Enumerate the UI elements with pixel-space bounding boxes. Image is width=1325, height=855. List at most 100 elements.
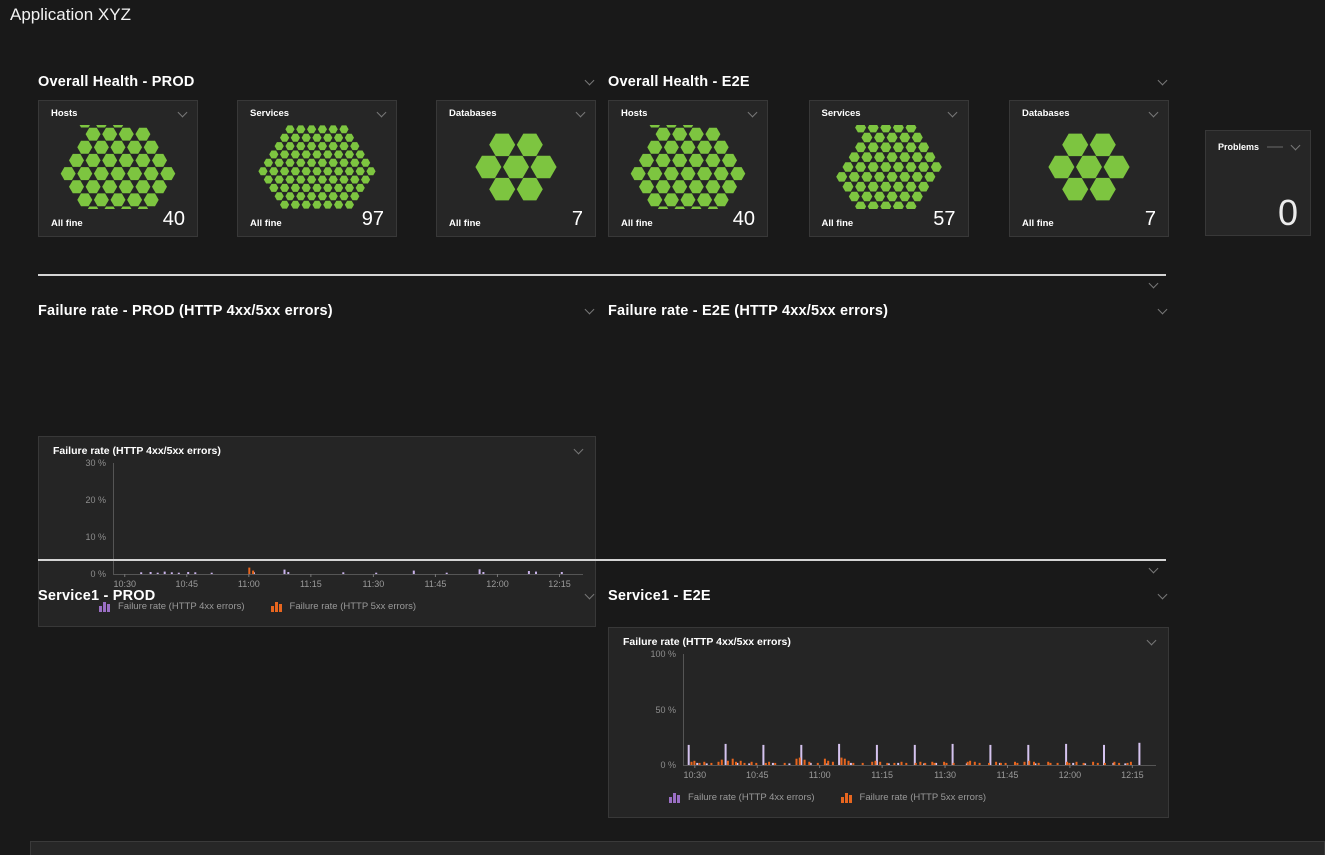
hexagon [94, 125, 109, 128]
hexagon [531, 156, 557, 179]
hexagon [144, 193, 159, 206]
health-tile-hosts-prod[interactable]: Hosts All fine40 [38, 100, 198, 237]
hexagon [350, 176, 359, 184]
hexagon [285, 159, 294, 167]
hexagon [861, 192, 872, 202]
hexagon [135, 154, 150, 167]
hexagon [867, 182, 878, 192]
bar-series-icon [669, 792, 683, 803]
hexagon [302, 167, 311, 175]
honeycomb-services-e2e[interactable] [816, 125, 962, 209]
chevron-down-icon[interactable] [1155, 76, 1169, 88]
chevron-down-icon[interactable] [745, 108, 759, 120]
section-title-failure-e2e: Failure rate - E2E (HTTP 4xx/5xx errors) [608, 303, 888, 319]
chevron-down-icon[interactable] [1144, 636, 1158, 648]
sparkline-placeholder [1267, 146, 1283, 148]
hexagon [874, 133, 885, 143]
hexagon [135, 128, 150, 141]
hexagon [119, 128, 134, 141]
hexagon [855, 202, 866, 209]
hexagon [656, 128, 671, 141]
chevron-down-icon[interactable] [582, 590, 596, 602]
hexagon [339, 176, 348, 184]
health-tile-services-prod[interactable]: Services All fine97 [237, 100, 397, 237]
health-tile-databases-prod[interactable]: Databases All fine7 [436, 100, 596, 237]
hexagon [111, 193, 126, 206]
hexagon [269, 167, 278, 175]
hexagon [356, 151, 365, 159]
hexagon [135, 180, 150, 193]
problems-tile[interactable]: Problems 0 [1205, 130, 1311, 236]
chevron-down-icon[interactable] [946, 108, 960, 120]
entity-count: 57 [933, 209, 955, 229]
chart-legend: Failure rate (HTTP 4xx errors) Failure ra… [669, 792, 1168, 803]
chart-failure-prod[interactable]: 10:3010:4511:0011:1511:3011:4512:0012:15… [39, 463, 595, 590]
chevron-down-icon[interactable] [1146, 108, 1160, 120]
hexagon [275, 142, 284, 150]
hexagon [111, 125, 126, 128]
hexagon [280, 184, 289, 192]
chevron-down-icon[interactable] [582, 305, 596, 317]
hexagon [892, 202, 903, 209]
hexagon [503, 156, 529, 179]
chevron-down-icon[interactable] [175, 108, 189, 120]
hexagon [899, 172, 910, 182]
health-tile-databases-e2e[interactable]: Databases All fine7 [1009, 100, 1169, 237]
chevron-down-icon[interactable] [573, 108, 587, 120]
hexagon [861, 172, 872, 182]
hexagon [318, 192, 327, 200]
chevron-down-icon[interactable] [571, 445, 585, 457]
chart-canvas[interactable]: 10:3010:4511:0011:1511:3011:4512:0012:15 [39, 463, 595, 590]
honeycomb-hosts-prod[interactable] [45, 125, 191, 209]
legend-item[interactable]: Failure rate (HTTP 4xx errors) [669, 792, 815, 803]
hexagon [102, 180, 117, 193]
hexagon [94, 167, 109, 180]
hexagon [1048, 156, 1074, 179]
y-tick-label: 30 % [39, 458, 106, 468]
hexagon [119, 154, 134, 167]
chevron-down-icon[interactable] [1155, 590, 1169, 602]
hexagon [291, 167, 300, 175]
hexagon [714, 193, 729, 206]
chevron-down-icon[interactable] [1146, 279, 1160, 291]
hexagon [69, 154, 84, 167]
chart-failure-e2e[interactable]: 10:3010:4511:0011:1511:3011:4512:0012:15… [609, 654, 1168, 781]
hexagon [345, 184, 354, 192]
hexagon [334, 184, 343, 192]
health-tile-hosts-e2e[interactable]: Hosts All fine40 [608, 100, 768, 237]
hexagon [350, 142, 359, 150]
health-tile-services-e2e[interactable]: Services All fine57 [809, 100, 969, 237]
honeycomb-services-prod[interactable] [244, 125, 390, 209]
hexagon [307, 159, 316, 167]
legend-item[interactable]: Failure rate (HTTP 5xx errors) [841, 792, 987, 803]
hexagon [848, 192, 859, 202]
honeycomb-hosts-e2e[interactable] [615, 125, 761, 209]
hexagon [323, 184, 332, 192]
chevron-down-icon[interactable] [1155, 305, 1169, 317]
hexagon [329, 159, 338, 167]
hexagon [318, 125, 327, 133]
chevron-down-icon[interactable] [1288, 141, 1302, 153]
x-tick-label: 11:00 [809, 770, 831, 780]
chevron-down-icon[interactable] [582, 76, 596, 88]
hexagon [886, 192, 897, 202]
hexagon [705, 180, 720, 193]
x-tick-label: 11:15 [871, 770, 893, 780]
hexagon [880, 162, 891, 172]
hexagon [258, 167, 267, 175]
hexagon [681, 167, 696, 180]
hexagon [361, 159, 370, 167]
hexagon [672, 180, 687, 193]
honeycomb-databases-e2e[interactable] [1016, 125, 1162, 209]
hexagon [334, 151, 343, 159]
chevron-down-icon[interactable] [374, 108, 388, 120]
hexagon [312, 151, 321, 159]
chart-canvas[interactable]: 10:3010:4511:0011:1511:3011:4512:0012:15 [609, 654, 1168, 781]
chart-tile-failure-e2e[interactable]: Failure rate (HTTP 4xx/5xx errors) 10:30… [608, 627, 1169, 818]
x-tick-label: 11:45 [997, 770, 1019, 780]
honeycomb-databases-prod[interactable] [443, 125, 589, 209]
hexagon [318, 159, 327, 167]
hexagon [77, 193, 92, 206]
chevron-down-icon[interactable] [1146, 564, 1160, 576]
hexagon [705, 154, 720, 167]
